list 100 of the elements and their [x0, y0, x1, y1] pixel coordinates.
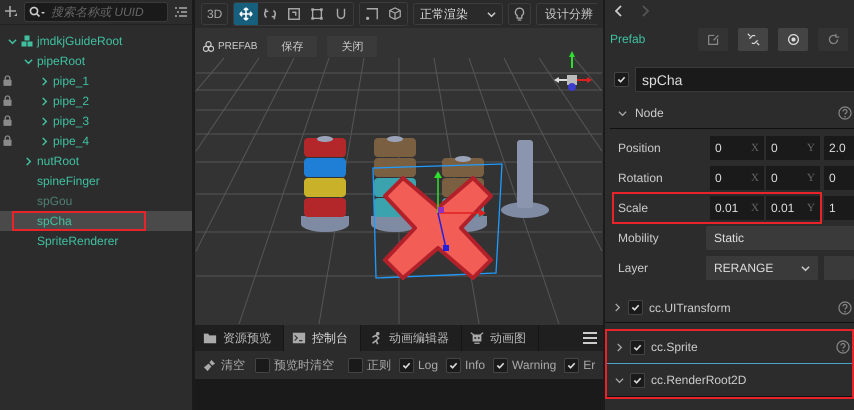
component-title: cc.UITransform	[649, 300, 731, 314]
node-name: pipe_3	[53, 114, 90, 128]
property-label: Scale	[618, 201, 650, 215]
light-button[interactable]	[508, 3, 531, 25]
checkbox[interactable]	[446, 358, 462, 372]
checkmark-icon	[402, 360, 411, 370]
tree-item[interactable]: spineFinger	[0, 171, 192, 191]
node-name: pipe_1	[53, 74, 90, 88]
checkmark-icon	[496, 360, 506, 370]
tree-item[interactable]: pipe_1	[0, 71, 192, 91]
panel-tab[interactable]: 控制台	[284, 325, 361, 351]
number-field[interactable]: 2.0	[824, 136, 854, 160]
checkbox[interactable]	[255, 358, 270, 372]
rect-tool-icon	[310, 7, 324, 21]
tool-button[interactable]	[234, 3, 258, 25]
caret-icon	[487, 10, 496, 18]
target-icon	[786, 32, 800, 46]
section-title: Node	[635, 106, 665, 120]
axis-gizmo-icon	[554, 51, 592, 91]
help-icon[interactable]	[838, 300, 852, 314]
filter-label: Warning	[512, 358, 556, 372]
filter-label: Log	[418, 358, 438, 372]
checkmark-icon	[567, 360, 576, 370]
checkbox[interactable]	[564, 358, 580, 372]
checkbox[interactable]	[493, 358, 508, 372]
checkmark-icon	[449, 360, 458, 370]
enable-checkbox[interactable]	[630, 340, 645, 354]
filter-label: 正则	[367, 356, 391, 374]
add-icon[interactable]	[4, 5, 18, 19]
node-name: SpriteRenderer	[37, 234, 118, 248]
number-field[interactable]: 0 Y	[766, 136, 820, 160]
filter-label: Info	[465, 358, 486, 372]
checkmark-icon	[633, 376, 642, 384]
enable-checkbox[interactable]	[628, 300, 643, 315]
property-label: Layer	[618, 261, 650, 275]
tree-item[interactable]: pipe_2	[0, 91, 192, 111]
number-field[interactable]: 0 X	[710, 136, 764, 160]
node-name-field[interactable]: spCha	[635, 67, 854, 92]
checkmark-icon	[631, 303, 640, 312]
node-name: pipe_2	[53, 94, 90, 108]
refresh-icon	[826, 32, 840, 46]
folder-icon	[203, 331, 217, 345]
node-name: pipe_4	[53, 134, 90, 148]
tree-item[interactable]: pipe_3	[0, 111, 192, 131]
render-mode-dropdown[interactable]: 正常渲染	[413, 3, 503, 25]
layer-dropdown[interactable]: RERANGE	[706, 256, 818, 280]
tree-item[interactable]: pipeRoot	[0, 51, 192, 71]
tree-item[interactable]: SpriteRenderer	[0, 231, 192, 251]
checkmark-icon	[633, 342, 642, 352]
property-label: Mobility	[618, 231, 660, 245]
corner-frame-icon	[364, 7, 379, 21]
prefab-button[interactable]: 保存	[267, 36, 318, 57]
search-icon	[29, 6, 45, 18]
back-icon[interactable]	[615, 5, 623, 17]
filter-label: 预览时清空	[274, 356, 334, 374]
prefab-action-button[interactable]	[738, 28, 768, 50]
move-tool-icon	[239, 7, 254, 21]
number-field[interactable]: 1	[824, 196, 854, 220]
tree-item[interactable]: nutRoot	[0, 151, 192, 171]
number-field[interactable]: 0	[824, 166, 854, 190]
list-icon[interactable]	[174, 6, 188, 18]
mode-button[interactable]: 3D	[201, 3, 228, 25]
property-label: Rotation	[618, 171, 664, 185]
node-name: nutRoot	[37, 154, 80, 168]
robot-icon	[470, 331, 484, 345]
node-name: spGou	[37, 194, 72, 208]
tree-item[interactable]: jmdkjGuideRoot	[0, 31, 192, 51]
broom-icon	[203, 358, 216, 372]
help-icon[interactable]	[836, 340, 850, 354]
enable-checkbox[interactable]	[630, 372, 645, 388]
clear-button[interactable]: 清空	[203, 356, 249, 374]
number-field[interactable]: 0 X	[710, 166, 764, 190]
filter-label: Er	[583, 358, 596, 372]
menu-icon[interactable]	[583, 332, 597, 344]
active-checkbox[interactable]	[614, 72, 629, 87]
checkbox[interactable]	[348, 358, 363, 372]
tree-item[interactable]: spCha	[0, 211, 192, 231]
prefab-button[interactable]: 关闭	[327, 36, 378, 57]
number-field[interactable]: 0 Y	[766, 166, 820, 190]
terminal-icon	[292, 331, 306, 345]
search-field[interactable]: 搜索名称或 UUID	[24, 2, 168, 22]
help-icon[interactable]	[838, 106, 852, 120]
scene-view[interactable]: PREFAB 保存 关闭	[195, 28, 603, 325]
resolution-dropdown[interactable]: 设计分辨	[536, 3, 597, 25]
number-field[interactable]: 0.01 X	[710, 196, 764, 220]
checkmark-icon	[617, 75, 626, 84]
component-title: cc.RenderRoot2D	[651, 373, 746, 387]
unlink-icon	[746, 32, 760, 46]
prefab-title: Prefab	[610, 32, 646, 46]
scale-tool-icon	[286, 7, 301, 21]
node-name: spCha	[37, 214, 72, 228]
number-field[interactable]: 0.01 Y	[766, 196, 820, 220]
mobility-dropdown[interactable]: Static	[706, 226, 854, 250]
edit-icon	[706, 32, 720, 46]
rotate-tool-icon	[262, 7, 277, 21]
prefab-action-button[interactable]	[778, 28, 808, 50]
tree-item[interactable]: pipe_4	[0, 131, 192, 151]
caret-icon	[801, 264, 810, 272]
checkbox[interactable]	[399, 358, 414, 372]
property-label: Position	[618, 141, 662, 155]
